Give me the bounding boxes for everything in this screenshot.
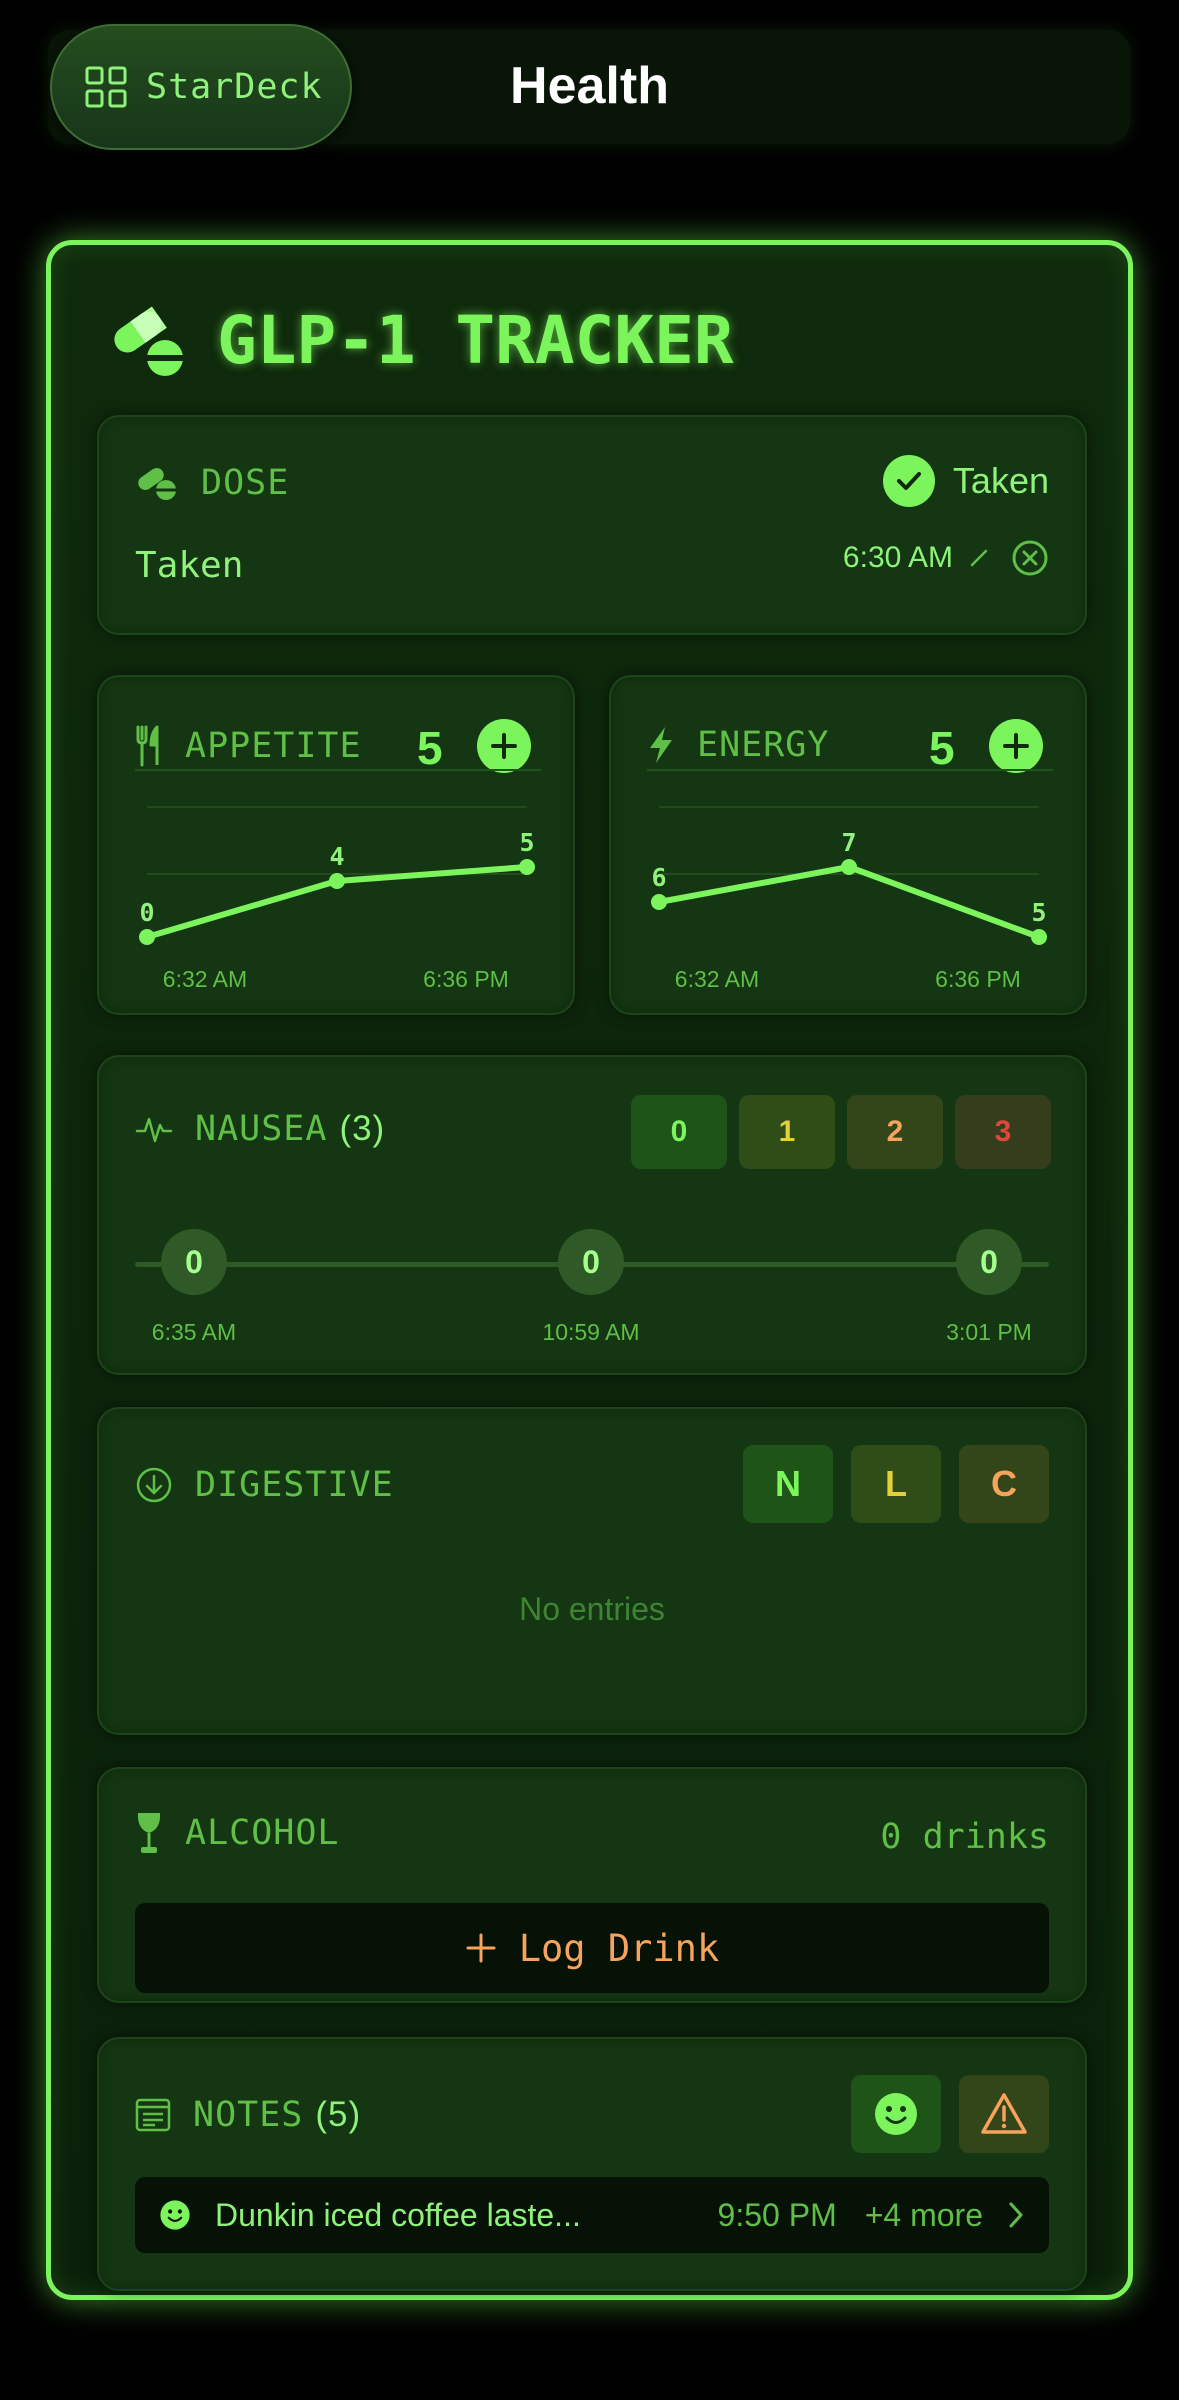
nausea-panel: NAUSEA (3) 0 1 2 3 0 0 0 6:35 AM 10:59 A… xyxy=(97,1055,1087,1375)
energy-x-tick-label: 6:36 PM xyxy=(935,966,1021,992)
notes-panel: NOTES (5) Dunkin iced coffee laste... 9:… xyxy=(97,2037,1087,2291)
appetite-panel: APPETITE 5 0 4 5 6:32 AM 6:36 PM xyxy=(97,675,575,1015)
latest-note-row[interactable]: Dunkin iced coffee laste... 9:50 PM +4 m… xyxy=(135,2177,1049,2253)
notes-header: NOTES (5) xyxy=(135,2095,361,2135)
note-text: Dunkin iced coffee laste... xyxy=(215,2196,581,2233)
digestive-label: DIGESTIVE xyxy=(195,1465,394,1505)
edit-icon[interactable] xyxy=(969,548,989,568)
add-warning-note-button[interactable] xyxy=(959,2075,1049,2153)
digestive-constipated-button[interactable]: C xyxy=(959,1445,1049,1523)
energy-data-label: 7 xyxy=(841,828,856,857)
nausea-entry-dot[interactable]: 0 xyxy=(956,1229,1022,1295)
energy-chart: 6 7 5 6:32 AM 6:36 PM xyxy=(647,769,1053,992)
appetite-x-tick-label: 6:32 AM xyxy=(163,966,247,992)
energy-data-point xyxy=(651,894,667,910)
nausea-level-1-button[interactable]: 1 xyxy=(739,1095,835,1169)
dose-status: Taken xyxy=(882,455,1049,507)
pulse-icon xyxy=(135,1117,173,1143)
digestive-header: DIGESTIVE xyxy=(135,1465,394,1505)
nausea-entry-time: 6:35 AM xyxy=(151,1319,237,1345)
energy-data-point xyxy=(841,859,857,875)
alcohol-label: ALCOHOL xyxy=(185,1813,340,1853)
pills-icon xyxy=(114,306,183,376)
digestive-normal-button[interactable]: N xyxy=(743,1445,833,1523)
nausea-entry-dot[interactable]: 0 xyxy=(558,1229,624,1295)
check-icon xyxy=(882,455,935,507)
dose-status-label: Taken xyxy=(952,460,1049,501)
nausea-entry-time: 3:01 PM xyxy=(946,1319,1032,1345)
nausea-entry-dot[interactable]: 0 xyxy=(161,1229,227,1295)
nausea-header: NAUSEA (3) xyxy=(135,1109,385,1149)
plus-icon xyxy=(466,1933,496,1963)
chevron-right-icon[interactable] xyxy=(1007,2201,1025,2229)
note-time: 9:50 PM xyxy=(717,2196,837,2233)
dose-value: Taken xyxy=(135,545,244,586)
glp1-tracker-card: GLP-1 TRACKER DOSE Taken Taken 6:30 AM A… xyxy=(46,240,1133,2300)
dose-time[interactable]: 6:30 AM xyxy=(843,539,1049,577)
dose-time-value[interactable]: 6:30 AM xyxy=(843,541,953,575)
energy-data-point xyxy=(1031,929,1047,945)
energy-data-label: 6 xyxy=(651,863,666,892)
more-notes-link[interactable]: +4 more xyxy=(865,2197,983,2234)
appetite-chart: 0 4 5 6:32 AM 6:36 PM xyxy=(135,769,541,992)
notes-label: NOTES xyxy=(193,2095,304,2135)
nausea-level-3-button[interactable]: 3 xyxy=(955,1095,1051,1169)
appetite-data-label: 5 xyxy=(519,828,534,857)
wine-glass-icon xyxy=(137,1813,161,1853)
appetite-x-tick-label: 6:36 PM xyxy=(423,966,509,992)
energy-series-line xyxy=(656,864,1042,940)
warning-icon xyxy=(981,2093,1027,2134)
digestive-panel: DIGESTIVE N L C No entries xyxy=(97,1407,1087,1735)
page-title: Health xyxy=(510,57,669,115)
nausea-entry-time: 10:59 AM xyxy=(542,1319,640,1345)
arrow-down-circle-icon xyxy=(136,1467,172,1503)
tracker-title: GLP-1 TRACKER xyxy=(217,301,734,379)
log-drink-button[interactable]: Log Drink xyxy=(135,1903,1049,1993)
appetite-data-label: 4 xyxy=(329,842,344,871)
appetite-data-point xyxy=(329,873,345,889)
log-drink-label: Log Drink xyxy=(518,1926,720,1970)
energy-panel: ENERGY 5 6 7 5 6:32 AM 6:36 PM xyxy=(609,675,1087,1015)
appetite-data-point xyxy=(139,929,155,945)
dose-label: DOSE xyxy=(201,463,290,503)
digestive-loose-button[interactable]: L xyxy=(851,1445,941,1523)
nausea-level-2-button[interactable]: 2 xyxy=(847,1095,943,1169)
alcohol-header: ALCOHOL xyxy=(135,1811,340,1855)
appetite-data-point xyxy=(519,859,535,875)
alcohol-panel: ALCOHOL 0 drinks Log Drink xyxy=(97,1767,1087,2003)
notes-icon xyxy=(135,2098,171,2132)
dose-panel: DOSE Taken Taken 6:30 AM xyxy=(97,415,1087,635)
add-mood-note-button[interactable] xyxy=(851,2075,941,2153)
energy-x-tick-label: 6:32 AM xyxy=(675,966,759,992)
nausea-level-0-button[interactable]: 0 xyxy=(631,1095,727,1169)
pills-icon xyxy=(138,467,177,500)
nausea-label: NAUSEA xyxy=(195,1109,328,1149)
appetite-data-label: 0 xyxy=(139,898,154,927)
dose-header: DOSE xyxy=(135,463,289,503)
tracker-header: GLP-1 TRACKER xyxy=(107,295,734,385)
drinks-count: 0 drinks xyxy=(880,1817,1049,1857)
smiley-icon xyxy=(160,2200,190,2230)
nausea-count: (3) xyxy=(339,1109,386,1148)
digestive-empty-state: No entries xyxy=(519,1591,665,1627)
clear-icon[interactable] xyxy=(1011,539,1049,577)
energy-data-label: 5 xyxy=(1031,898,1046,927)
smiley-icon xyxy=(875,2093,917,2135)
notes-count: (5) xyxy=(315,2095,362,2134)
